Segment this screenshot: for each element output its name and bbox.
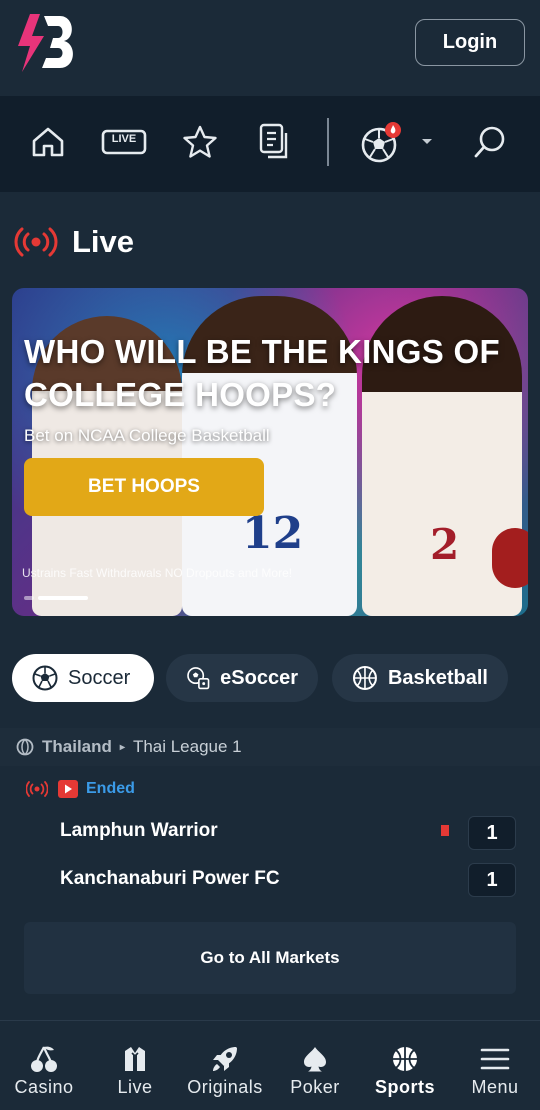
bottom-nav-menu[interactable]: Menu [462, 1021, 528, 1110]
brand-logo[interactable] [14, 12, 78, 74]
bottom-nav-menu-label: Menu [471, 1077, 519, 1097]
banner-fine-print: Ustrains Fast Withdrawals NO Dropouts an… [22, 566, 293, 580]
chevron-down-icon[interactable] [418, 122, 436, 162]
tab-esoccer[interactable]: eSoccer [166, 654, 318, 702]
promo-banner[interactable]: 12 2 WHO WILL BE THE KINGS OF COLLEGE HO… [12, 288, 528, 616]
live-icon[interactable]: LIVE [100, 122, 148, 162]
betslip-icon[interactable] [254, 122, 294, 162]
bottom-nav-originals-label: Originals [187, 1077, 263, 1097]
away-team-score: 1 [468, 863, 516, 897]
bottom-nav-casino-label: Casino [14, 1077, 74, 1097]
league-header[interactable]: Thailand ▸ Thai League 1 [0, 728, 540, 766]
banner-headline: WHO WILL BE THE KINGS OF COLLEGE HOOPS? [24, 333, 500, 413]
bottom-nav-originals[interactable]: Originals [178, 1021, 272, 1110]
match-card[interactable]: Ended Lamphun Warrior 1 Kanchanaburi Pow… [0, 766, 540, 1016]
sport-filter-tabs: Soccer eSoccer Basketball [0, 654, 540, 702]
spade-icon [302, 1045, 328, 1073]
esoccer-icon [187, 667, 210, 690]
tab-soccer-label: Soccer [68, 666, 131, 689]
live-section-header: Live [14, 222, 134, 262]
bottom-nav-poker-label: Poker [290, 1077, 340, 1097]
cherries-icon [29, 1045, 59, 1073]
basketball-image [492, 528, 528, 588]
basketball-icon [391, 1045, 419, 1073]
bottom-nav-sports-label: Sports [374, 1077, 435, 1097]
hamburger-menu-icon [480, 1045, 510, 1073]
basketball-icon [352, 666, 377, 690]
breadcrumb-chevron-icon: ▸ [119, 741, 125, 753]
red-card-icon [441, 825, 449, 836]
rocket-icon [210, 1045, 240, 1073]
bet-hoops-button[interactable]: BET HOOPS [24, 458, 264, 516]
banner-carousel-indicator[interactable] [24, 596, 88, 600]
banner-subtitle: Bet on NCAA College Basketball [24, 426, 270, 445]
tab-basketball[interactable]: Basketball [332, 654, 508, 702]
bottom-nav-poker[interactable]: Poker [282, 1021, 348, 1110]
star-icon[interactable] [180, 122, 220, 162]
login-button[interactable]: Login [415, 19, 525, 66]
bottom-nav-live[interactable]: Live [98, 1021, 172, 1110]
bottom-nav-bar: Casino Live Originals Poker Sports Menu [0, 1020, 540, 1110]
search-icon[interactable] [470, 122, 510, 162]
live-broadcast-icon [26, 781, 48, 797]
match-status-row: Ended [26, 780, 135, 798]
home-team-name: Lamphun Warrior [60, 820, 218, 841]
league-country[interactable]: Thailand [42, 737, 112, 757]
tab-esoccer-label: eSoccer [220, 666, 298, 689]
bottom-nav-casino[interactable]: Casino [6, 1021, 82, 1110]
quick-nav-bar: LIVE [0, 96, 540, 192]
soccer-ball-icon[interactable] [358, 122, 404, 163]
bottom-nav-live-label: Live [117, 1077, 153, 1097]
league-name[interactable]: Thai League 1 [133, 737, 242, 757]
home-icon[interactable] [28, 122, 68, 162]
live-section-title: Live [72, 224, 135, 259]
home-team-score: 1 [468, 816, 516, 850]
top-bar: Login [0, 0, 540, 90]
nav-divider [327, 118, 329, 166]
bottom-nav-sports[interactable]: Sports [366, 1021, 444, 1110]
live-badge-label: LIVE [111, 133, 137, 145]
away-team-name: Kanchanaburi Power FC [60, 868, 280, 889]
jersey-number-2: 2 [430, 520, 460, 569]
soccer-ball-icon [32, 665, 58, 691]
dealer-icon [121, 1045, 149, 1073]
all-markets-button[interactable]: Go to All Markets [24, 922, 516, 994]
live-broadcast-icon [14, 227, 58, 257]
tab-basketball-label: Basketball [387, 666, 488, 689]
tab-soccer[interactable]: Soccer [12, 654, 154, 702]
match-status: Ended [86, 780, 135, 797]
video-stream-icon[interactable] [58, 780, 78, 798]
globe-icon [16, 738, 34, 756]
